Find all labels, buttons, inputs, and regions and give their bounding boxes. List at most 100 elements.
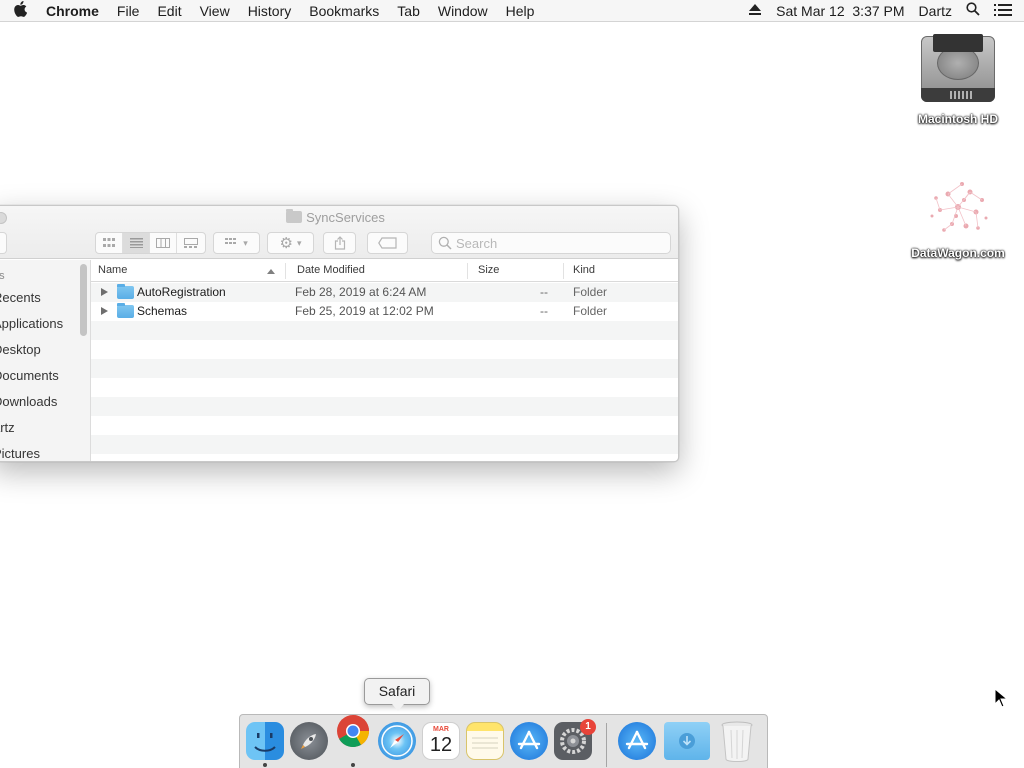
dock-finder[interactable] <box>246 722 284 760</box>
hard-drive-icon <box>921 32 995 108</box>
dock: MAR 12 1 <box>239 714 768 768</box>
sidebar-item-home[interactable]: artz <box>0 420 15 435</box>
share-button[interactable] <box>323 232 356 254</box>
empty-row <box>91 340 678 359</box>
chrome-icon <box>337 715 370 748</box>
app-store-icon <box>625 730 649 750</box>
chevron-down-icon: ▾ <box>296 237 302 248</box>
file-list: Name Date Modified Size Kind AutoRegistr… <box>91 260 678 461</box>
calendar-day: 12 <box>429 734 453 756</box>
column-header-name[interactable]: Name <box>98 264 127 276</box>
menu-tab[interactable]: Tab <box>388 3 429 19</box>
mouse-pointer-icon <box>994 688 1008 708</box>
eject-icon[interactable] <box>741 3 769 19</box>
action-button[interactable]: ⚙ ▾ <box>267 232 314 254</box>
row-size: -- <box>540 285 548 299</box>
sidebar-item-desktop[interactable]: Desktop <box>0 342 41 357</box>
notification-badge: 1 <box>580 719 596 735</box>
search-icon <box>438 236 452 250</box>
menu-history[interactable]: History <box>239 3 301 19</box>
empty-row <box>91 416 678 435</box>
column-header-size[interactable]: Size <box>478 264 499 276</box>
sidebar-item-recents[interactable]: Recents <box>0 290 41 305</box>
icon-view-button[interactable] <box>96 233 123 253</box>
column-header-kind[interactable]: Kind <box>573 264 595 276</box>
disclosure-triangle-icon[interactable] <box>101 307 108 315</box>
row-kind: Folder <box>573 285 608 299</box>
empty-row <box>91 397 678 416</box>
forward-button[interactable] <box>0 232 7 254</box>
empty-row <box>91 321 678 340</box>
download-icon <box>679 733 695 749</box>
table-row[interactable]: Schemas Feb 25, 2019 at 12:02 PM -- Fold… <box>91 302 678 321</box>
row-kind: Folder <box>573 304 608 318</box>
tag-icon <box>377 237 397 249</box>
folder-icon <box>286 209 303 223</box>
disclosure-triangle-icon[interactable] <box>101 288 108 296</box>
column-headers: Name Date Modified Size Kind <box>91 260 678 282</box>
sidebar-item-downloads[interactable]: Downloads <box>0 394 57 409</box>
dock-calendar[interactable]: MAR 12 <box>422 722 460 760</box>
row-name: AutoRegistration <box>137 285 226 299</box>
apple-icon[interactable] <box>0 0 40 21</box>
menu-view[interactable]: View <box>191 3 239 19</box>
dock-safari[interactable] <box>378 722 416 760</box>
sidebar-item-documents[interactable]: Documents <box>0 368 59 383</box>
tags-button[interactable] <box>367 232 408 254</box>
desktop-icon-label: Macintosh HD <box>917 112 998 126</box>
menu-bookmarks[interactable]: Bookmarks <box>300 3 388 19</box>
search-input[interactable] <box>456 235 656 251</box>
row-size: -- <box>540 304 548 318</box>
menu-help[interactable]: Help <box>497 3 544 19</box>
sidebar-scrollbar[interactable] <box>80 264 87 336</box>
dock-launchpad[interactable] <box>290 722 328 760</box>
folder-icon <box>117 303 134 318</box>
dock-tooltip: Safari <box>364 678 430 711</box>
trash-icon <box>721 721 753 762</box>
menubar-user[interactable]: Dartz <box>912 3 959 19</box>
group-by-button[interactable]: ▾ <box>213 232 260 254</box>
sidebar-item-pictures[interactable]: Pictures <box>0 446 40 461</box>
desktop-icon-macintosh-hd[interactable]: Macintosh HD <box>898 32 1018 126</box>
finder-window: SyncServices ▾ ⚙ ▾ Search ecents Applica… <box>0 205 679 462</box>
gallery-view-button[interactable] <box>177 233 204 253</box>
menu-bar: Chrome File Edit View History Bookmarks … <box>0 0 1024 22</box>
share-icon <box>334 236 345 250</box>
menu-window[interactable]: Window <box>429 3 497 19</box>
dock-app-store-stack[interactable] <box>618 722 656 760</box>
desktop-icon-datawagon[interactable]: DataWagon.com <box>898 172 1018 260</box>
row-name: Schemas <box>137 304 188 318</box>
column-header-date-modified[interactable]: Date Modified <box>297 264 365 276</box>
spotlight-search-icon[interactable] <box>959 2 987 19</box>
empty-row <box>91 359 678 378</box>
finder-toolbar: SyncServices ▾ ⚙ ▾ <box>0 206 678 259</box>
empty-row <box>91 435 678 454</box>
menu-file[interactable]: File <box>108 3 149 19</box>
menu-app-name[interactable]: Chrome <box>40 3 108 19</box>
window-title: SyncServices <box>0 209 678 225</box>
menu-edit[interactable]: Edit <box>148 3 190 19</box>
sidebar-item-applications[interactable]: Applications <box>0 316 63 331</box>
dock-notes[interactable] <box>466 722 504 760</box>
list-view-button[interactable] <box>123 233 150 253</box>
dock-chrome[interactable] <box>334 712 372 750</box>
chevron-down-icon: ▾ <box>243 237 248 248</box>
menubar-clock[interactable]: Sat Mar 12 3:37 PM <box>769 3 911 19</box>
compass-icon <box>381 725 413 757</box>
app-store-icon <box>517 730 541 750</box>
finder-sidebar: es Recents Applications Desktop Document… <box>0 260 91 461</box>
sort-ascending-icon <box>267 269 275 274</box>
finder-icon <box>254 733 276 752</box>
column-view-button[interactable] <box>150 233 177 253</box>
table-row[interactable]: AutoRegistration Feb 28, 2019 at 6:24 AM… <box>91 283 678 302</box>
dock-downloads-folder[interactable] <box>664 722 710 760</box>
datawagon-icon <box>918 172 998 242</box>
dock-trash[interactable] <box>718 721 756 762</box>
rocket-icon <box>301 734 316 749</box>
dock-app-store[interactable] <box>510 722 548 760</box>
search-field[interactable] <box>431 232 671 254</box>
view-mode-control <box>95 232 206 254</box>
sidebar-section-favorites: es <box>0 270 5 282</box>
row-date: Feb 25, 2019 at 12:02 PM <box>295 304 434 318</box>
notification-center-icon[interactable] <box>987 3 1024 19</box>
